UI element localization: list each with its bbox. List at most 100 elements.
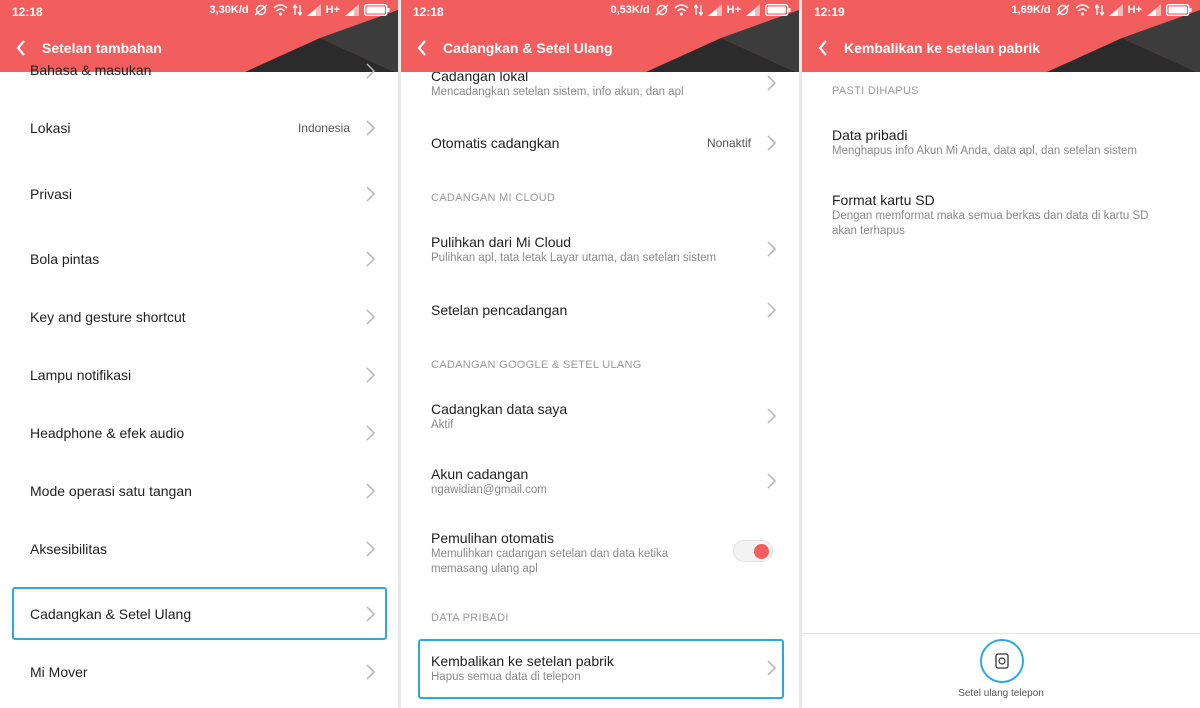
list-item-backup-account[interactable]: Akun cadangan ngawidian@gmail.com <box>401 462 799 502</box>
list-item-label: Setelan pencadangan <box>431 302 568 318</box>
network-speed: 1,69K/d <box>1011 4 1051 16</box>
signal-icon-2 <box>1147 4 1161 16</box>
list-item-gesture-shortcut[interactable]: Key and gesture shortcut <box>0 303 398 331</box>
list-item-one-handed-mode[interactable]: Mode operasi satu tangan <box>0 477 398 505</box>
list-item-restore-mi-cloud[interactable]: Pulihkan dari Mi Cloud Pulihkan apl, tat… <box>401 230 799 270</box>
status-bar: 12:18 0,53K/d H+ <box>401 0 799 22</box>
chevron-right-icon <box>767 408 777 424</box>
list-item-backup-my-data[interactable]: Cadangkan data saya Aktif <box>401 397 799 437</box>
list-item-backup-reset[interactable]: Cadangkan & Setel Ulang <box>0 600 398 628</box>
list-item-label: Aksesibilitas <box>30 541 108 557</box>
list-item-notification-light[interactable]: Lampu notifikasi <box>0 361 398 389</box>
list-item-value: Indonesia <box>297 121 350 135</box>
network-speed: 0,53K/d <box>610 4 650 16</box>
title-bar: Cadangkan & Setel Ulang <box>401 34 799 62</box>
list-item-subtitle: Pulihkan apl, tata letak Layar utama, da… <box>431 252 717 264</box>
list-item-label: Bola pintas <box>30 251 100 267</box>
data-transfer-icon <box>693 4 703 16</box>
list-item-subtitle: Memulihkan cadangan setelan dan data ket… <box>431 548 669 560</box>
chevron-right-icon <box>366 664 376 680</box>
phone-reset-icon <box>995 653 1009 669</box>
list-item-quick-ball[interactable]: Bola pintas <box>0 245 398 273</box>
list-item-label: Format kartu SD <box>832 192 935 208</box>
toggle-knob <box>754 544 769 559</box>
back-button[interactable] <box>401 34 443 62</box>
list-item-label: Lokasi <box>30 120 71 136</box>
list-item-personal-data: Data pribadi Menghapus info Akun Mi Anda… <box>802 123 1200 163</box>
chevron-right-icon <box>366 483 376 499</box>
status-bar: 12:19 1,69K/d H+ <box>802 0 1200 22</box>
chevron-right-icon <box>767 75 777 91</box>
list-item-label: Lampu notifikasi <box>30 367 132 383</box>
list-item-label: Cadangkan data saya <box>431 401 568 417</box>
list-item-subtitle: Aktif <box>431 419 454 431</box>
list-item-subtitle-line2: akan terhapus <box>832 225 905 237</box>
list-item-subtitle: Mencadangkan setelan sistem, info akun, … <box>431 86 684 98</box>
list-item-label: Data pribadi <box>832 127 908 143</box>
list-item-auto-backup[interactable]: Otomatis cadangkan Nonaktif <box>401 129 799 157</box>
list-item-format-sd: Format kartu SD Dengan memformat maka se… <box>802 188 1200 242</box>
chevron-right-icon <box>366 251 376 267</box>
list-item-headphone-audio[interactable]: Headphone & efek audio <box>0 419 398 447</box>
app-header: 12:19 1,69K/d H+ Kembalikan ke setelan p… <box>802 0 1200 72</box>
page-title: Cadangkan & Setel Ulang <box>443 40 613 56</box>
reset-phone-label: Setel ulang telepon <box>958 688 1044 699</box>
bottom-action-bar: Setel ulang telepon <box>802 633 1200 708</box>
chevron-right-icon <box>767 302 777 318</box>
status-time: 12:19 <box>814 5 845 19</box>
panel-backup-reset: Cadangan lokal Mencadangkan setelan sist… <box>401 0 799 708</box>
status-time: 12:18 <box>413 5 444 19</box>
list-item-location[interactable]: Lokasi Indonesia <box>0 114 398 142</box>
chevron-right-icon <box>366 541 376 557</box>
list-item-label: Mode operasi satu tangan <box>30 483 192 499</box>
list-item-label: Bahasa & masukan <box>30 62 152 78</box>
signal-icon-2 <box>746 4 760 16</box>
list-item-label: Pulihkan dari Mi Cloud <box>431 234 572 250</box>
chevron-right-icon <box>366 425 376 441</box>
screenshot-composite: 12:18 3,30K/d H+ Setelan tambahan Bahasa… <box>0 0 1200 708</box>
list-item-backup-settings[interactable]: Setelan pencadangan <box>401 296 799 324</box>
list-item-subtitle: ngawidian@gmail.com <box>431 484 547 496</box>
list-item-label: Privasi <box>30 186 73 202</box>
list-item-label: Pemulihan otomatis <box>431 530 554 546</box>
back-button[interactable] <box>802 34 844 62</box>
chevron-right-icon <box>366 309 376 325</box>
data-transfer-icon <box>1094 4 1104 16</box>
page-title: Kembalikan ke setelan pabrik <box>844 40 1041 56</box>
list-item-value: Nonaktif <box>706 136 751 150</box>
auto-restore-toggle[interactable] <box>733 540 773 562</box>
wifi-icon <box>1075 4 1090 16</box>
chevron-right-icon <box>366 120 376 136</box>
list-item-accessibility[interactable]: Aksesibilitas <box>0 535 398 563</box>
chevron-right-icon <box>366 186 376 202</box>
signal-icon <box>707 4 722 16</box>
reset-phone-button[interactable] <box>980 639 1024 683</box>
alarm-off-icon <box>1056 4 1070 16</box>
chevron-right-icon <box>366 63 376 79</box>
chevron-right-icon <box>366 367 376 383</box>
chevron-right-icon <box>767 473 777 489</box>
list-item-subtitle: Menghapus info Akun Mi Anda, data apl, d… <box>832 145 1137 157</box>
list-item-mi-mover[interactable]: Mi Mover <box>0 658 398 686</box>
list-item-label: Key and gesture shortcut <box>30 309 186 325</box>
chevron-right-icon <box>767 241 777 257</box>
list-item-auto-restore: Pemulihan otomatis Memulihkan cadangan s… <box>401 526 799 580</box>
list-item-subtitle: Hapus semua data di telepon <box>431 671 581 683</box>
list-item-label: Kembalikan ke setelan pabrik <box>431 653 614 669</box>
battery-icon <box>765 4 791 16</box>
list-item-subtitle: Dengan memformat maka semua berkas dan d… <box>832 210 1149 222</box>
list-item-label: Mi Mover <box>30 664 88 680</box>
section-header-google: CADANGAN GOOGLE & SETEL ULANG <box>431 359 642 371</box>
header-overlay <box>0 0 398 64</box>
back-arrow-icon <box>818 40 827 56</box>
list-item-label: Cadangkan & Setel Ulang <box>30 606 192 622</box>
list-item-factory-reset[interactable]: Kembalikan ke setelan pabrik Hapus semua… <box>401 649 799 689</box>
list-item-label: Akun cadangan <box>431 466 529 482</box>
wifi-icon <box>674 4 689 16</box>
panel-additional-settings: 12:18 3,30K/d H+ Setelan tambahan Bahasa… <box>0 0 398 708</box>
network-type: H+ <box>726 4 741 16</box>
list-item-privacy[interactable]: Privasi <box>0 180 398 208</box>
signal-icon <box>1108 4 1123 16</box>
chevron-right-icon <box>366 606 376 622</box>
alarm-off-icon <box>655 4 669 16</box>
